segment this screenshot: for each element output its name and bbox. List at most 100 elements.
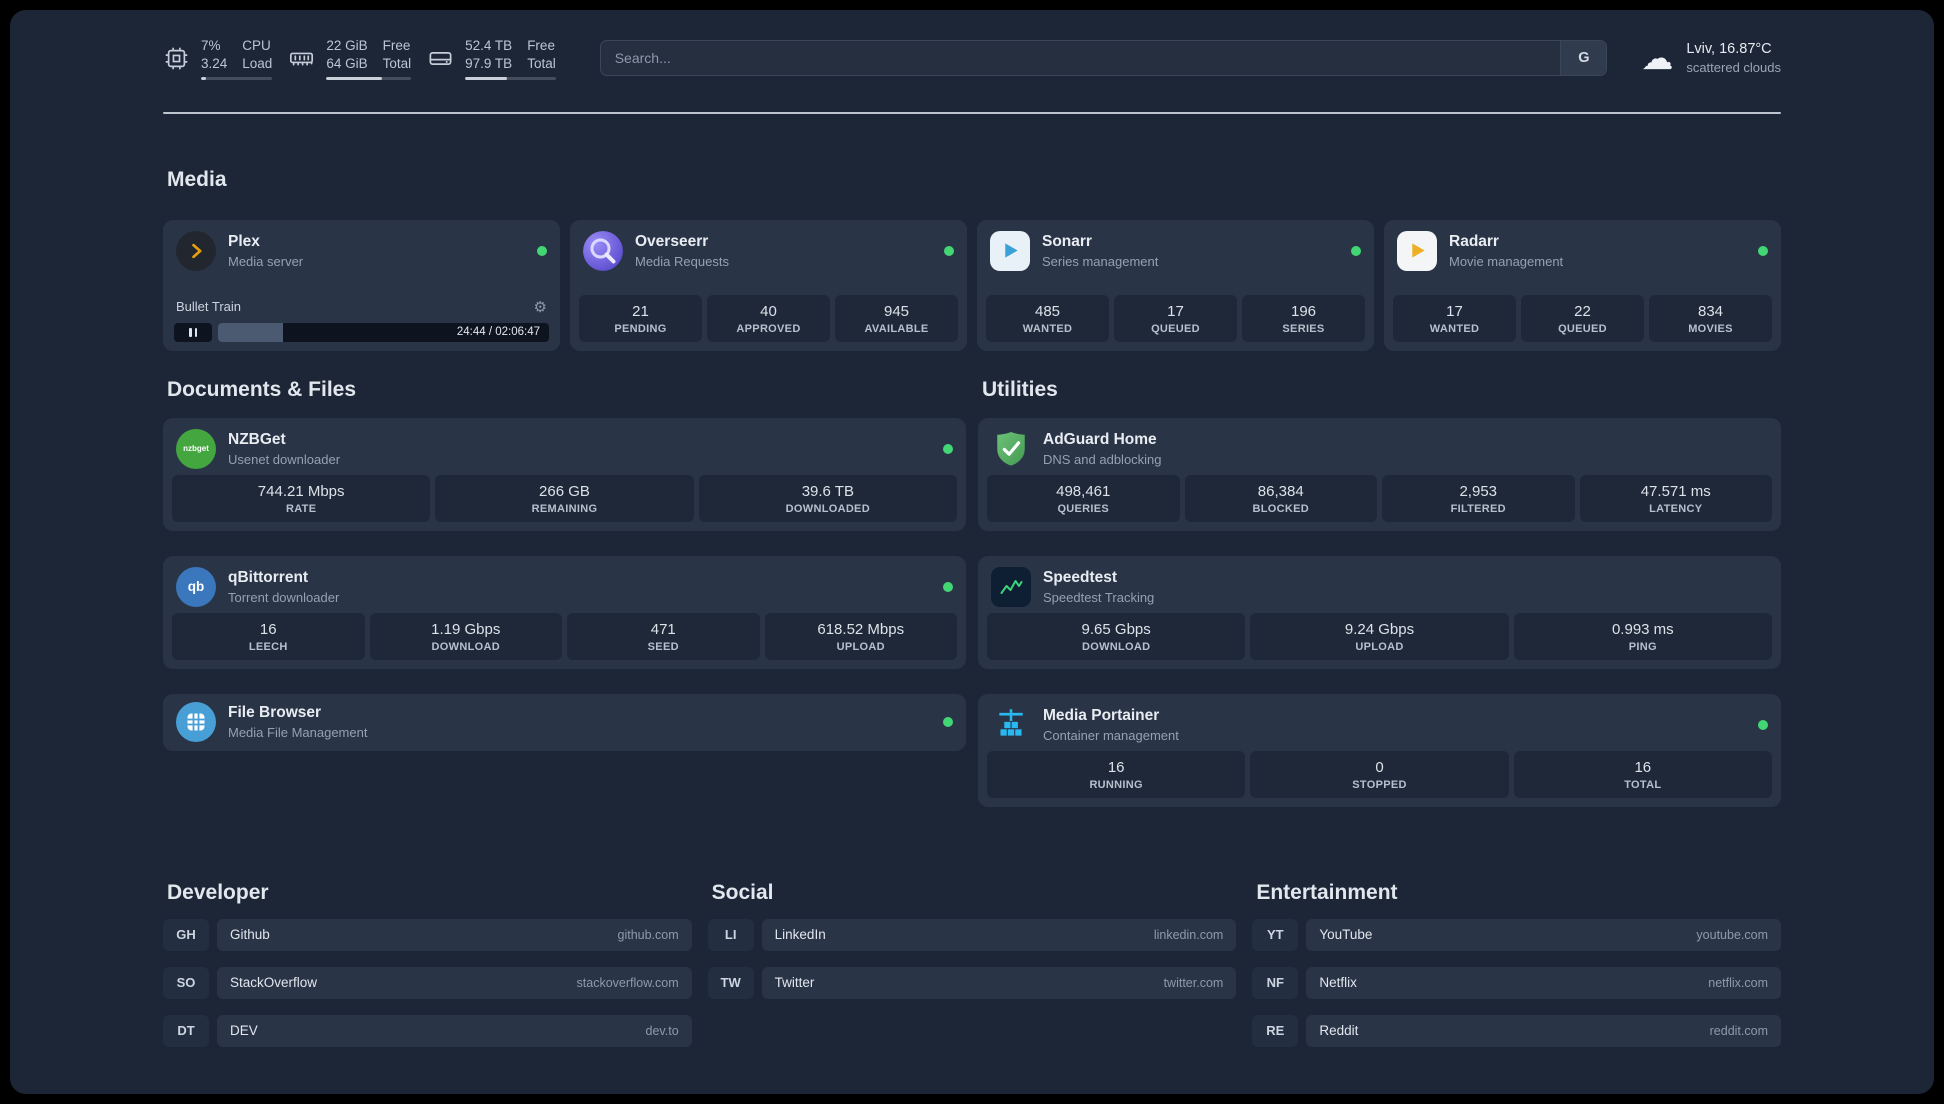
stat-label: QUEUED [1558,322,1607,335]
memory-labels: Free Total [382,38,412,71]
main-two-column-area: Documents & Files nzbget NZBGet Usenet d… [163,378,1781,807]
stat-label: UPLOAD [836,640,885,653]
disk-total: 97.9 TB [465,55,513,71]
service-card-speedtest[interactable]: Speedtest Speedtest Tracking 9.65 Gbps D… [978,555,1781,669]
adguard-icon [991,429,1031,469]
sonarr-stats: 485 WANTED 17 QUEUED 196 SERIES [986,294,1365,342]
bookmark-name: Github [230,927,270,943]
service-description: Speedtest Tracking [1043,589,1155,605]
nzbget-icon: nzbget [176,428,216,469]
service-name: qBittorrent [228,568,309,586]
cloud-icon: ☁ [1641,40,1674,77]
section-title-entertainment: Entertainment [1256,880,1398,904]
service-card-sonarr[interactable]: Sonarr Series management 485 WANTED 17 Q… [977,219,1374,351]
stat-label: PENDING [614,322,667,335]
weather-widget: ☁ Lviv, 16.87°C scattered clouds [1641,41,1781,75]
bookmark-name: Reddit [1319,1023,1359,1039]
stat-value: 618.52 Mbps [817,620,905,638]
bookmark-dev-to[interactable]: DT DEV dev.to [163,1014,692,1047]
portainer-icon [991,705,1031,745]
bookmark-pill: DEV dev.to [217,1014,692,1047]
bookmark-pill: LinkedIn linkedin.com [761,918,1237,951]
weather-condition: scattered clouds [1686,60,1781,76]
service-card-overseerr[interactable]: Overseerr Media Requests 21 PENDING 40 A… [570,219,967,351]
portainer-stats: 16 RUNNING 0 STOPPED 16 TOTAL [987,750,1772,798]
stat-label: LATENCY [1649,502,1703,515]
service-card-nzbget[interactable]: nzbget NZBGet Usenet downloader 744.21 M… [163,417,966,531]
stat-tile: 485 WANTED [986,294,1109,342]
weather-text: Lviv, 16.87°C scattered clouds [1686,41,1781,75]
filebrowser-header: File Browser Media File Management [172,700,957,744]
bookmark-linkedin[interactable]: LI LinkedIn linkedin.com [707,918,1237,951]
stat-tile: 39.6 TB DOWNLOADED [698,474,957,522]
cpu-values: 7% 3.24 [201,37,227,73]
sonarr-header: Sonarr Series management [986,229,1365,273]
search-provider-button[interactable]: G [1560,41,1607,76]
bookmark-twitter[interactable]: TW Twitter twitter.com [707,966,1237,999]
service-card-radarr[interactable]: Radarr Movie management 17 WANTED 22 QUE… [1384,219,1781,351]
stat-label: RUNNING [1089,778,1143,791]
stat-label: REMAINING [531,502,598,515]
disk-free: 52.4 TB [465,38,513,53]
adguard-stats: 498,461 QUERIES 86,384 BLOCKED 2,953 FIL… [987,474,1772,522]
pause-button[interactable] [174,322,212,342]
bookmark-pill: Reddit reddit.com [1306,1014,1781,1047]
bookmark-youtube[interactable]: YT YouTube youtube.com [1252,918,1781,951]
section-title-media: Media [167,167,227,191]
portainer-header: Media Portainer Container management [987,703,1772,747]
stat-value: 21 [632,302,649,320]
cpu-labels: CPU Load [242,38,273,71]
service-name: Media Portainer [1043,706,1160,724]
bookmark-url: linkedin.com [1153,927,1224,942]
service-card-portainer[interactable]: Media Portainer Container management 16 … [978,693,1781,807]
bookmark-name: Twitter [774,975,815,991]
header-divider [163,111,1781,114]
bookmark-reddit[interactable]: RE Reddit reddit.com [1252,1014,1781,1047]
bookmarks-entertainment: Entertainment YT YouTube youtube.com NF … [1252,881,1781,1063]
sonarr-icon [990,230,1030,271]
stat-label: DOWNLOAD [431,640,500,653]
cpu-percent: 7% [201,38,221,53]
bookmark-abbr: SO [163,966,209,999]
cpu-icon [165,47,188,70]
stat-label: WANTED [1022,322,1073,335]
service-card-adguard[interactable]: AdGuard Home DNS and adblocking 498,461 … [978,417,1781,531]
stat-tile: 9.24 Gbps UPLOAD [1250,612,1509,660]
stat-label: AVAILABLE [864,322,929,335]
bookmark-github[interactable]: GH Github github.com [163,918,692,951]
bookmark-pill: Github github.com [217,918,692,951]
service-card-filebrowser[interactable]: File Browser Media File Management [163,693,966,751]
stat-tile: 834 MOVIES [1649,294,1772,342]
stat-label: WANTED [1429,322,1480,335]
service-card-plex[interactable]: Plex Media server Bullet Train ⚙ 24:44 /… [163,219,560,351]
section-title-utilities: Utilities [982,377,1058,401]
bookmark-url: twitter.com [1163,975,1224,990]
bookmark-name: DEV [230,1023,258,1039]
search-input[interactable] [600,41,1561,76]
stat-tile: 0 STOPPED [1250,750,1509,798]
playback-progress-bar[interactable]: 24:44 / 02:06:47 [218,322,549,342]
bookmark-name: Netflix [1319,975,1357,991]
stat-label: QUEUED [1151,322,1200,335]
stat-value: 47.571 ms [1640,482,1711,500]
stat-tile: 22 QUEUED [1521,294,1644,342]
bookmark-stackoverflow[interactable]: SO StackOverflow stackoverflow.com [163,966,692,999]
bookmark-url: stackoverflow.com [576,975,679,990]
service-name: Radarr [1449,232,1499,250]
stat-value: 744.21 Mbps [257,482,345,500]
service-name: File Browser [228,704,322,722]
bookmark-abbr: LI [707,918,754,951]
stat-value: 266 GB [539,482,590,500]
stat-value: 39.6 TB [801,482,854,500]
stat-value: 22 [1574,302,1591,320]
qbittorrent-icon: qb [176,566,216,607]
service-description: Series management [1042,253,1159,269]
service-card-qbittorrent[interactable]: qb qBittorrent Torrent downloader 16 LEE… [163,555,966,669]
bookmark-netflix[interactable]: NF Netflix netflix.com [1252,966,1781,999]
stat-label: SERIES [1282,322,1325,335]
bookmark-pill: YouTube youtube.com [1306,918,1781,951]
gear-icon[interactable]: ⚙ [534,298,547,316]
bookmark-url: dev.to [645,1023,679,1038]
stat-label: SEED [647,640,679,653]
stat-tile: 471 SEED [567,612,760,660]
